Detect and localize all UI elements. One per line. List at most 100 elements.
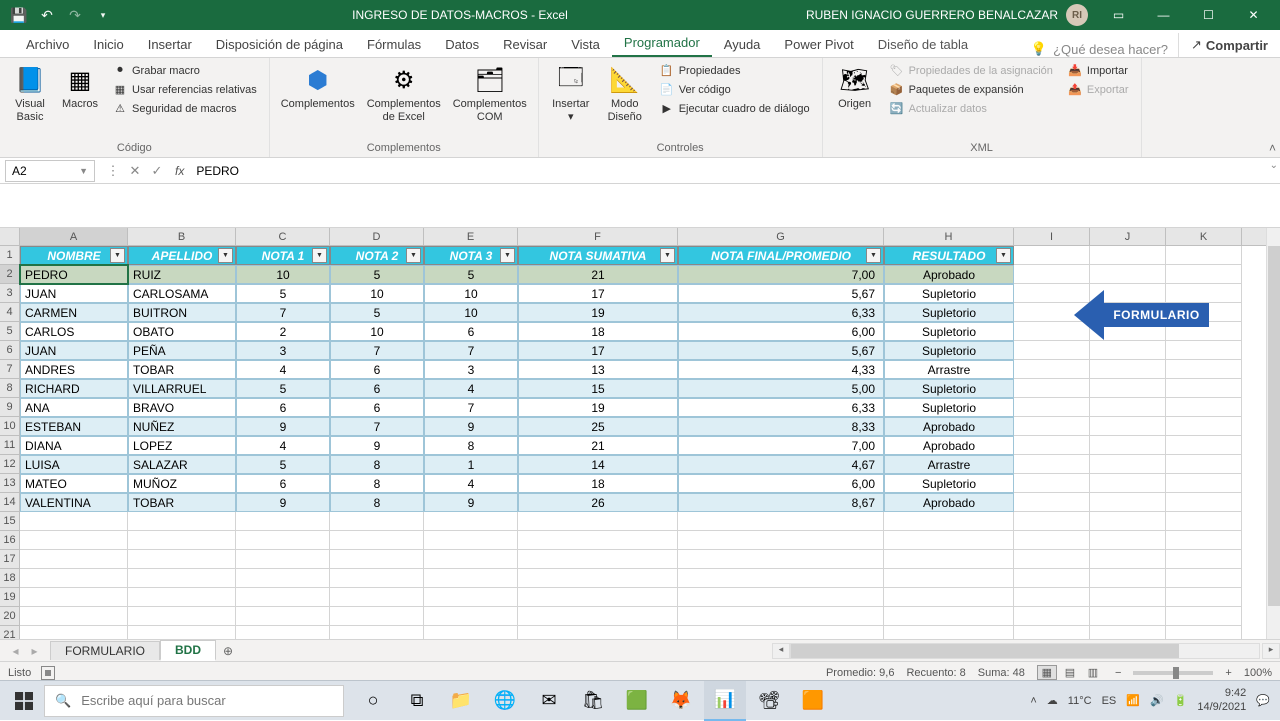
expand-formula-icon[interactable]: ⌄ bbox=[1270, 160, 1278, 171]
cell[interactable]: Supletorio bbox=[884, 398, 1014, 417]
cell[interactable] bbox=[1166, 569, 1242, 588]
cell[interactable]: ANA bbox=[20, 398, 128, 417]
cell[interactable] bbox=[128, 588, 236, 607]
cell[interactable] bbox=[20, 607, 128, 626]
row-head[interactable]: 17 bbox=[0, 550, 20, 569]
row-head[interactable]: 16 bbox=[0, 531, 20, 550]
col-head-b[interactable]: B bbox=[128, 228, 236, 245]
cell[interactable]: 5,67 bbox=[678, 284, 884, 303]
cell[interactable] bbox=[1014, 550, 1090, 569]
filter-button[interactable]: ▼ bbox=[866, 248, 881, 263]
cell[interactable]: LOPEZ bbox=[128, 436, 236, 455]
row-head[interactable]: 6 bbox=[0, 341, 20, 360]
cell[interactable]: 21 bbox=[518, 265, 678, 284]
cell[interactable]: 17 bbox=[518, 284, 678, 303]
row-head[interactable]: 3 bbox=[0, 284, 20, 303]
cell[interactable]: 18 bbox=[518, 322, 678, 341]
cell[interactable] bbox=[330, 569, 424, 588]
cell[interactable] bbox=[1166, 607, 1242, 626]
tab-powerpivot[interactable]: Power Pivot bbox=[772, 32, 865, 57]
cell[interactable] bbox=[1090, 626, 1166, 639]
cell[interactable] bbox=[678, 607, 884, 626]
row-head[interactable]: 4 bbox=[0, 303, 20, 322]
cell[interactable]: 3 bbox=[236, 341, 330, 360]
cell[interactable]: 21 bbox=[518, 436, 678, 455]
volume-icon[interactable]: 🔊 bbox=[1150, 694, 1164, 707]
collapse-ribbon-icon[interactable]: ˄ bbox=[1269, 141, 1276, 155]
seguridad-macros-button[interactable]: ⚠Seguridad de macros bbox=[108, 100, 261, 117]
filter-button[interactable]: ▼ bbox=[312, 248, 327, 263]
cell[interactable] bbox=[1014, 379, 1090, 398]
cell[interactable]: MUÑOZ bbox=[128, 474, 236, 493]
cell[interactable]: NOTA 2▼ bbox=[330, 246, 424, 265]
row-head[interactable]: 13 bbox=[0, 474, 20, 493]
row-head[interactable]: 15 bbox=[0, 512, 20, 531]
store-icon[interactable]: 🛍 bbox=[572, 681, 614, 721]
cell[interactable] bbox=[1090, 512, 1166, 531]
cell[interactable] bbox=[1014, 341, 1090, 360]
cell[interactable]: DIANA bbox=[20, 436, 128, 455]
cell[interactable]: 3 bbox=[424, 360, 518, 379]
cell[interactable]: 6 bbox=[424, 322, 518, 341]
cell[interactable]: 6,33 bbox=[678, 398, 884, 417]
cell[interactable] bbox=[236, 588, 330, 607]
cell[interactable]: NOTA 1▼ bbox=[236, 246, 330, 265]
zoom-in-icon[interactable]: + bbox=[1225, 667, 1231, 679]
cell[interactable]: TOBAR bbox=[128, 360, 236, 379]
cell[interactable] bbox=[424, 569, 518, 588]
tab-insertar[interactable]: Insertar bbox=[136, 32, 204, 57]
grabar-macro-button[interactable]: ⏺Grabar macro bbox=[108, 62, 261, 79]
cell[interactable]: Aprobado bbox=[884, 436, 1014, 455]
cell[interactable]: 4 bbox=[236, 436, 330, 455]
cell[interactable] bbox=[424, 588, 518, 607]
cell[interactable]: 9 bbox=[424, 417, 518, 436]
cell[interactable]: 6 bbox=[236, 474, 330, 493]
cell[interactable] bbox=[20, 550, 128, 569]
cell[interactable] bbox=[236, 512, 330, 531]
cell[interactable]: NUÑEZ bbox=[128, 417, 236, 436]
cell[interactable] bbox=[424, 607, 518, 626]
cell[interactable]: Supletorio bbox=[884, 303, 1014, 322]
tab-programador[interactable]: Programador bbox=[612, 30, 712, 57]
cell[interactable] bbox=[1014, 493, 1090, 512]
cell[interactable] bbox=[1090, 588, 1166, 607]
lang-indicator[interactable]: ES bbox=[1102, 695, 1117, 707]
ribbon-display-icon[interactable]: ▭ bbox=[1096, 0, 1141, 30]
complementos-excel-button[interactable]: ⚙ Complementos de Excel bbox=[364, 62, 444, 124]
cell[interactable]: 25 bbox=[518, 417, 678, 436]
col-head-k[interactable]: K bbox=[1166, 228, 1242, 245]
formulario-button[interactable]: FORMULARIO bbox=[1074, 295, 1209, 335]
cell[interactable] bbox=[20, 569, 128, 588]
cell[interactable] bbox=[330, 588, 424, 607]
cell[interactable]: 14 bbox=[518, 455, 678, 474]
cell[interactable] bbox=[884, 626, 1014, 639]
cell[interactable] bbox=[1090, 569, 1166, 588]
cell[interactable]: 6 bbox=[330, 398, 424, 417]
cell[interactable] bbox=[678, 531, 884, 550]
notifications-icon[interactable]: 💬 bbox=[1256, 694, 1270, 707]
cell[interactable] bbox=[1166, 474, 1242, 493]
cell[interactable] bbox=[1090, 493, 1166, 512]
cell[interactable]: 7 bbox=[330, 417, 424, 436]
cell[interactable]: 7 bbox=[424, 341, 518, 360]
cell[interactable] bbox=[1166, 626, 1242, 639]
cell[interactable] bbox=[1014, 417, 1090, 436]
name-box-dropdown-icon[interactable]: ▼ bbox=[79, 166, 88, 176]
qat-customize-icon[interactable]: ▾ bbox=[92, 4, 114, 26]
row-head[interactable]: 10 bbox=[0, 417, 20, 436]
select-all-corner[interactable] bbox=[0, 228, 20, 245]
col-head-j[interactable]: J bbox=[1090, 228, 1166, 245]
cell[interactable] bbox=[678, 626, 884, 639]
tab-revisar[interactable]: Revisar bbox=[491, 32, 559, 57]
cell[interactable]: 9 bbox=[330, 436, 424, 455]
cell[interactable]: RESULTADO▼ bbox=[884, 246, 1014, 265]
fx-icon[interactable]: fx bbox=[175, 164, 184, 178]
cell[interactable] bbox=[1166, 588, 1242, 607]
cell[interactable]: 9 bbox=[236, 417, 330, 436]
onedrive-icon[interactable]: ☁ bbox=[1047, 694, 1058, 707]
cell[interactable]: Aprobado bbox=[884, 417, 1014, 436]
cell[interactable] bbox=[1014, 246, 1090, 265]
cell[interactable]: ESTEBAN bbox=[20, 417, 128, 436]
cell[interactable]: LUISA bbox=[20, 455, 128, 474]
cell[interactable] bbox=[1090, 265, 1166, 284]
